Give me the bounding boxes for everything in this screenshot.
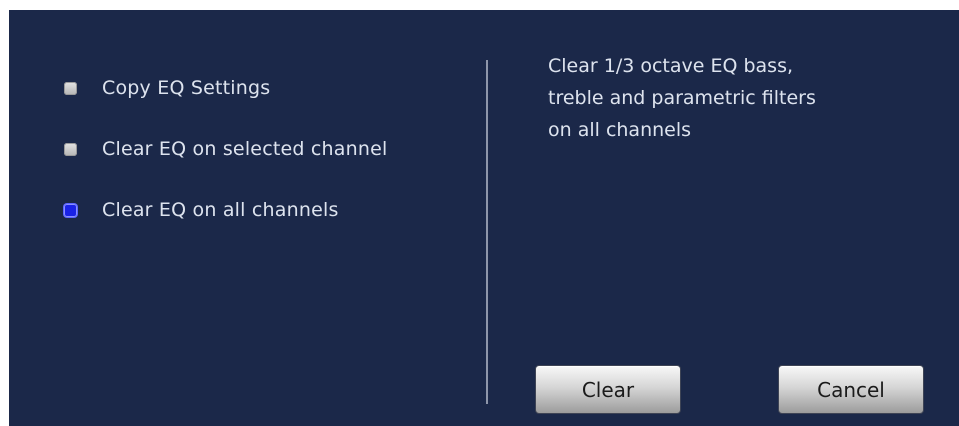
option-clear-eq-selected-channel[interactable]: Clear EQ on selected channel (64, 135, 387, 163)
description-line: Clear 1/3 octave EQ bass, (548, 55, 794, 77)
clear-button[interactable]: Clear (535, 365, 681, 414)
vertical-divider (486, 60, 488, 404)
description-line: on all channels (548, 119, 692, 141)
option-label: Clear EQ on all channels (102, 199, 339, 221)
description-line: treble and parametric filters (548, 87, 816, 109)
radio-button-unselected[interactable] (64, 142, 77, 156)
option-description: Clear 1/3 octave EQ bass, treble and par… (548, 50, 928, 146)
clear-eq-dialog: Copy EQ Settings Clear EQ on selected ch… (9, 10, 959, 426)
cancel-button[interactable]: Cancel (778, 365, 924, 414)
option-label: Clear EQ on selected channel (102, 138, 388, 160)
radio-button-selected[interactable] (64, 203, 77, 217)
radio-button-unselected[interactable] (64, 81, 77, 95)
option-clear-eq-all-channels[interactable]: Clear EQ on all channels (64, 196, 339, 224)
option-label: Copy EQ Settings (102, 77, 271, 99)
option-copy-eq-settings[interactable]: Copy EQ Settings (64, 74, 270, 102)
